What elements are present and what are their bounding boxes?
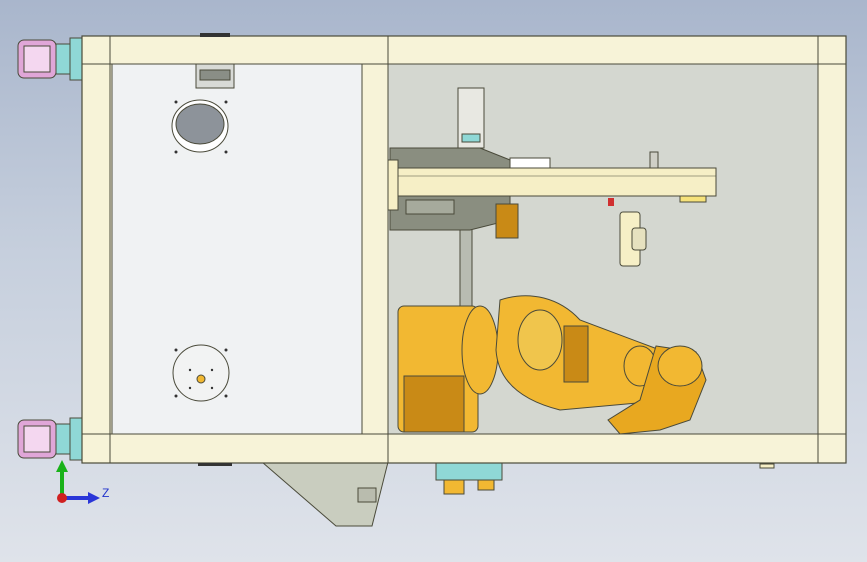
access-panel[interactable] (111, 63, 363, 435)
panel-round-port (172, 344, 230, 402)
caster-top-left[interactable] (17, 37, 83, 81)
assembly-drawing[interactable]: Z (0, 0, 867, 562)
axis-z-label: Z (102, 486, 109, 500)
bottom-connector[interactable] (435, 461, 503, 495)
cad-viewport[interactable]: Z (0, 0, 867, 562)
axis-triad-icon: Z (56, 460, 109, 504)
caster-bottom-left[interactable] (17, 417, 83, 461)
